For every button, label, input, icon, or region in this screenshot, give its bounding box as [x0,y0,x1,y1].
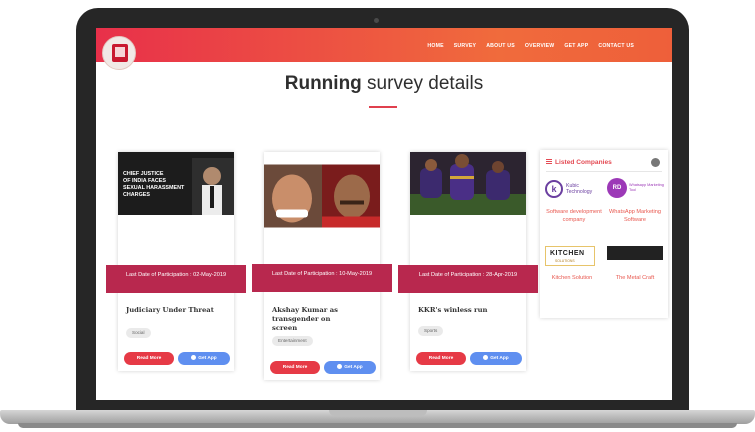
survey-image-2[interactable] [264,152,380,240]
participation-ribbon: Last Date of Participation : 02-May-2019 [106,265,246,293]
page-title-bold: Running [284,73,362,94]
company-name[interactable]: Kitchen Solution [544,274,600,282]
listed-companies-panel: Listed Companies k Kubic Technology RD W… [540,150,668,318]
read-more-button[interactable]: Read More [124,352,174,365]
panel-header: Listed Companies [546,159,612,166]
gear-icon [191,355,197,360]
company-logo-text: KITCHEN [550,250,585,257]
panel-toggle-icon[interactable] [651,158,660,167]
company-logo-text: Kubic Technology [566,183,593,195]
list-icon [546,159,552,164]
book-icon [112,44,128,62]
participation-ribbon: Last Date of Participation : 10-May-2019 [252,264,392,292]
panel-divider [546,171,662,172]
laptop-screen: HOME SURVEY ABOUT US OVERVIEW GET APP CO… [96,28,672,400]
nav-survey[interactable]: SURVEY [454,43,476,49]
company-logo-whatsapp-tool[interactable]: RD Whatsapp Marketing Tool [607,177,665,201]
nav-overview[interactable]: OVERVIEW [525,43,554,49]
nav-contact-us[interactable]: CONTACT US [598,43,634,49]
get-app-label: Get App [344,365,363,370]
laptop-notch [329,410,427,416]
title-underline [369,106,397,108]
panel-title: Listed Companies [555,159,612,166]
get-app-button[interactable]: Get App [324,361,376,374]
gear-icon [483,355,489,360]
get-app-button[interactable]: Get App [178,352,230,365]
company-logo-subtext: SOLUTIONS [555,259,575,263]
participation-ribbon: Last Date of Participation : 28-Apr-2019 [398,265,538,293]
laptop-foot [18,423,737,428]
survey-card-3: Last Date of Participation : 28-Apr-2019… [398,152,538,371]
site-logo[interactable] [102,36,136,70]
company-name[interactable]: Software development company [546,208,602,224]
company-name[interactable]: WhatsApp Marketing Software [606,208,664,224]
company-logo-text: Whatsapp Marketing Tool [629,183,664,192]
read-more-button[interactable]: Read More [416,352,466,365]
survey-card-2: Last Date of Participation : 10-May-2019… [252,152,392,380]
page-title-rest: survey details [361,73,484,94]
get-app-button[interactable]: Get App [470,352,522,365]
survey-title[interactable]: Judiciary Under Threat [126,306,226,315]
company-logo-metal-craft[interactable] [607,246,663,260]
survey-image-3[interactable] [410,152,526,215]
nav-about-us[interactable]: ABOUT US [486,43,515,49]
nav-get-app[interactable]: GET APP [564,43,588,49]
nav-home[interactable]: HOME [427,43,443,49]
top-navbar: HOME SURVEY ABOUT US OVERVIEW GET APP CO… [96,28,672,62]
read-more-button[interactable]: Read More [270,361,320,374]
get-app-label: Get App [198,356,217,361]
survey-image-1[interactable]: CHIEF JUSTICE OF INDIA FACES SEXUAL HARA… [118,152,234,215]
company-name[interactable]: The Metal Craft [606,274,664,282]
category-tag: Social [126,328,151,338]
survey-title[interactable]: KKR's winless run [418,306,518,315]
category-tag: Sports [418,326,444,336]
survey-title[interactable]: Akshay Kumar as transgender on screen [272,306,356,333]
whatsapp-logo-icon: RD [607,178,627,198]
survey-card-1: CHIEF JUSTICE OF INDIA FACES SEXUAL HARA… [106,152,246,371]
company-logo-kitchen[interactable]: KITCHEN SOLUTIONS [545,246,595,266]
category-tag: Entertainment [272,336,313,346]
laptop-camera [374,18,379,23]
company-logo-kubic[interactable]: k Kubic Technology [545,178,601,200]
nav-menu: HOME SURVEY ABOUT US OVERVIEW GET APP CO… [427,43,634,49]
page-title: Running survey details [96,73,672,95]
get-app-label: Get App [490,356,509,361]
gear-icon [337,364,343,369]
kubic-logo-icon: k [545,180,563,198]
laptop-mockup: HOME SURVEY ABOUT US OVERVIEW GET APP CO… [0,0,755,432]
